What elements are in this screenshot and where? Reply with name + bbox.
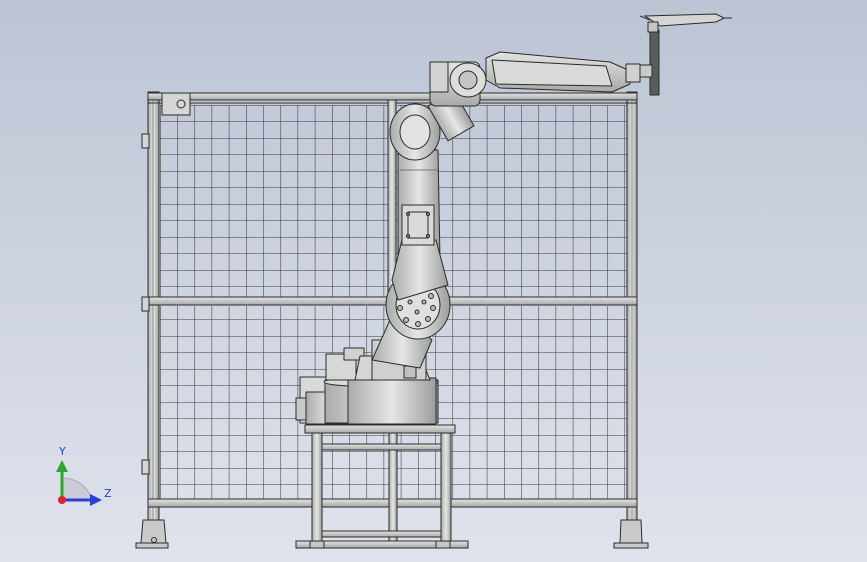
cad-scene[interactable]: Y Z bbox=[0, 0, 867, 562]
graphics-viewport[interactable]: Y Z bbox=[0, 0, 867, 562]
fence-bracket bbox=[161, 92, 191, 116]
x-axis-dot bbox=[58, 496, 66, 504]
fence-rail-top bbox=[147, 92, 638, 101]
z-axis-label: Z bbox=[104, 487, 112, 500]
y-axis-label: Y bbox=[58, 445, 66, 458]
fence-post-left bbox=[147, 91, 160, 548]
